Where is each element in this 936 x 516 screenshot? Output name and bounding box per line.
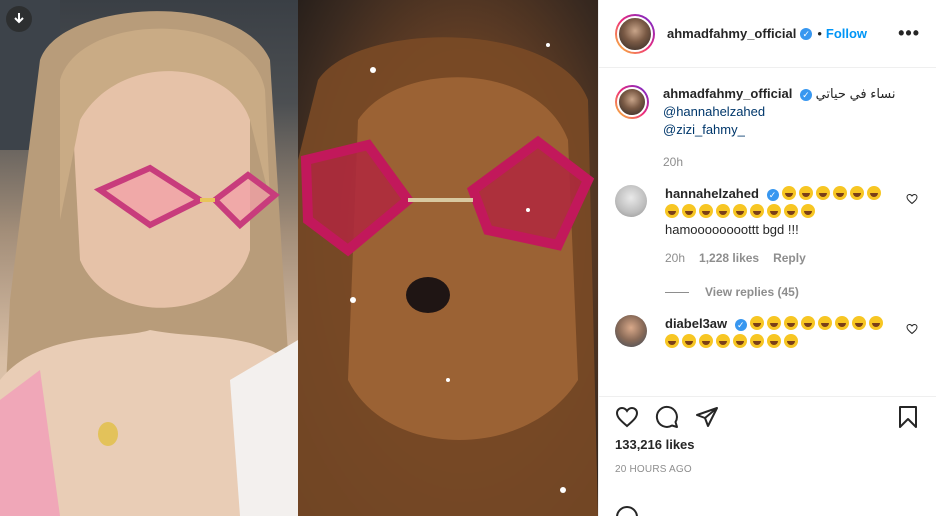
post-header: ahmadfahmy_official ✓ • Follow •••	[599, 0, 936, 68]
laughing-emoji-icon	[867, 186, 882, 200]
laughing-emoji-icon	[733, 204, 747, 218]
laughing-emoji-icon	[665, 204, 679, 218]
mention-zizi-fahmy[interactable]: @zizi_fahmy_	[663, 121, 920, 139]
caption-text: نساء في حياتي	[815, 86, 896, 101]
laughing-emoji-icon	[733, 334, 747, 348]
laughing-emoji-icon	[782, 186, 797, 200]
laughing-emoji-icon	[852, 316, 867, 330]
laughing-emoji-icon	[833, 186, 848, 200]
post-media[interactable]	[0, 0, 598, 516]
laughing-emoji-icon	[750, 316, 765, 330]
more-options-icon[interactable]: •••	[898, 23, 920, 44]
follow-button[interactable]: Follow	[826, 26, 867, 41]
verified-badge-icon: ✓	[734, 318, 747, 331]
laughing-emoji-icon	[699, 204, 713, 218]
view-replies-label: View replies (45)	[705, 285, 799, 299]
post-sidebar: ahmadfahmy_official ✓ • Follow ••• ahmad…	[598, 0, 936, 516]
photo-woman-sunglasses	[0, 0, 298, 516]
likes-count[interactable]: 133,216 likes	[615, 437, 920, 452]
comment-heart-icon[interactable]	[906, 193, 918, 208]
reply-button[interactable]: Reply	[773, 249, 806, 267]
download-icon	[14, 13, 24, 24]
laughing-emoji-icon	[716, 334, 730, 348]
comment-icon[interactable]	[655, 405, 679, 429]
laughing-emoji-icon	[784, 204, 798, 218]
laughing-emoji-icon	[869, 316, 884, 330]
view-replies-button[interactable]: View replies (45)	[665, 285, 920, 299]
emoji-picker-icon[interactable]	[615, 505, 639, 516]
laughing-emoji-icon	[818, 316, 833, 330]
mention-hannahelzahed[interactable]: @hannahelzahed	[663, 103, 920, 121]
post-timestamp[interactable]: 20 HOURS AGO	[615, 464, 920, 475]
laughing-emoji-icon	[699, 334, 713, 348]
laughing-emoji-icon	[784, 334, 798, 348]
laughing-emoji-icon	[750, 204, 764, 218]
separator-dot: •	[817, 26, 822, 41]
verified-badge-icon: ✓	[799, 88, 812, 101]
laughing-emoji-icon	[801, 204, 815, 218]
comment-text: hamoooooooottt bgd !!!	[665, 222, 799, 237]
laughing-emoji-icon	[850, 186, 865, 200]
laughing-emoji-icon	[816, 186, 831, 200]
photo-dog-sunglasses	[298, 0, 598, 516]
commenter-handle[interactable]: diabel3aw	[665, 316, 727, 331]
laughing-emoji-icon	[665, 334, 679, 348]
laughing-emoji-icon	[835, 316, 850, 330]
action-bar: 133,216 likes 20 HOURS AGO	[599, 396, 936, 475]
caption: ahmadfahmy_official ✓ نساء في حياتي @han…	[615, 85, 920, 171]
bookmark-icon[interactable]	[896, 405, 920, 429]
laughing-emoji-icon	[716, 204, 730, 218]
laughing-emoji-icon	[682, 204, 696, 218]
download-button[interactable]	[6, 6, 32, 32]
commenter-avatar[interactable]	[615, 315, 647, 347]
author-avatar[interactable]	[615, 13, 655, 54]
commenter-avatar[interactable]	[615, 185, 647, 217]
comment-heart-icon[interactable]	[906, 323, 918, 338]
commenter-handle[interactable]: hannahelzahed	[665, 186, 759, 201]
caption-author[interactable]: ahmadfahmy_official	[663, 86, 792, 101]
comment-item: hannahelzahed ✓ hamoooooooottt bgd !!! 2…	[615, 185, 920, 267]
laughing-emoji-icon	[767, 316, 782, 330]
woman-illustration	[0, 0, 298, 516]
verified-badge-icon: ✓	[766, 188, 779, 201]
verified-badge-icon: ✓	[800, 27, 813, 40]
replies-divider	[665, 291, 689, 293]
comment-time[interactable]: 20h	[665, 249, 685, 267]
laughing-emoji-icon	[682, 334, 696, 348]
like-heart-icon[interactable]	[615, 405, 639, 429]
caption-avatar[interactable]	[615, 85, 649, 119]
dog-illustration	[298, 37, 598, 516]
laughing-emoji-icon	[799, 186, 814, 200]
caption-time[interactable]: 20h	[663, 153, 683, 171]
comment-item: diabel3aw ✓	[615, 315, 920, 351]
share-icon[interactable]	[695, 405, 719, 429]
laughing-emoji-icon	[750, 334, 764, 348]
laughing-emoji-icon	[767, 334, 781, 348]
laughing-emoji-icon	[767, 204, 781, 218]
comment-likes[interactable]: 1,228 likes	[699, 249, 759, 267]
laughing-emoji-icon	[784, 316, 799, 330]
author-handle[interactable]: ahmadfahmy_official	[667, 26, 796, 41]
comments-list[interactable]: ahmadfahmy_official ✓ نساء في حياتي @han…	[599, 69, 936, 396]
laughing-emoji-icon	[801, 316, 816, 330]
add-comment-area[interactable]	[615, 505, 639, 516]
